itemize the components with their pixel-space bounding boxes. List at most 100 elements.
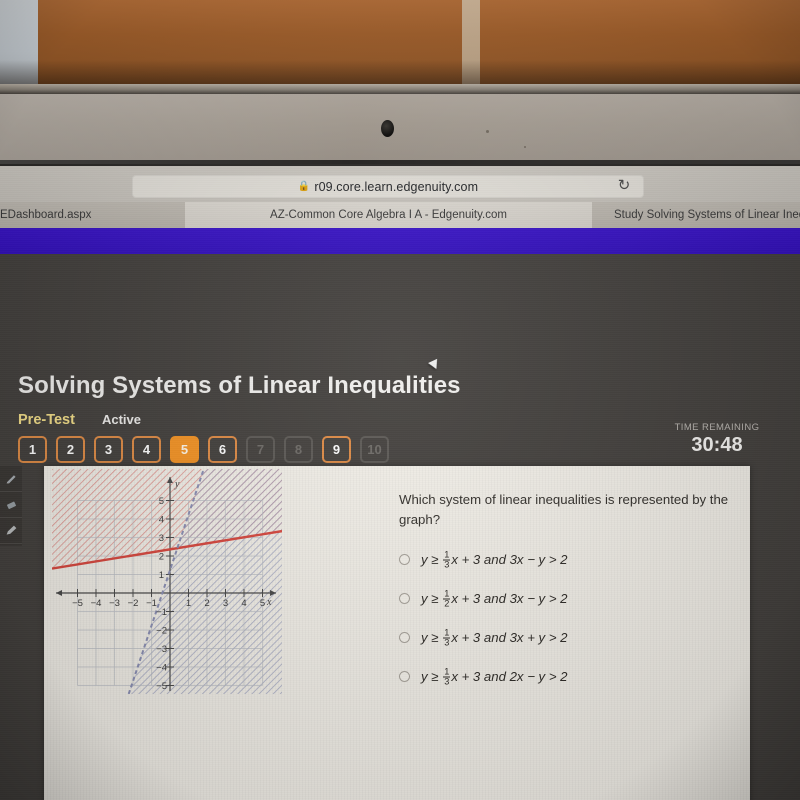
inequality-graph: y x −5 −4 −3 −2 −1 1 2 3 4 5 5 4 3 2 1 −… [52, 469, 282, 694]
eraser-icon[interactable] [0, 492, 22, 518]
opt-d-numerator: 1 [444, 666, 450, 677]
tab-strip: EDashboard.aspx AZ-Common Core Algebra I… [0, 202, 800, 228]
assignment-subheader: Pre-Test Active [18, 412, 141, 428]
time-remaining-label: TIME REMAINING [674, 422, 760, 433]
svg-text:5: 5 [260, 598, 265, 609]
opt-d-denominator: 3 [443, 676, 451, 687]
tab-algebra-course[interactable]: AZ-Common Core Algebra I A - Edgenuity.c… [185, 202, 592, 228]
question-prompt: Which system of linear inequalities is r… [399, 492, 729, 527]
assignment-stage-label: Pre-Test [18, 412, 75, 428]
highlighter-icon[interactable] [0, 466, 22, 492]
question-nav-3[interactable]: 3 [94, 436, 123, 463]
question-nav-5[interactable]: 5 [170, 436, 199, 463]
laptop-lid-edge [0, 84, 800, 94]
answer-option-a-text: y ≥ 13x + 3 and 3x − y > 2 [421, 549, 568, 570]
svg-text:4: 4 [159, 515, 164, 526]
opt-c-numerator: 1 [444, 627, 450, 638]
svg-text:2: 2 [159, 552, 164, 563]
radio-button-d[interactable] [399, 671, 410, 682]
opt-b-rel: ≥ [431, 591, 439, 606]
radio-button-a[interactable] [399, 554, 410, 565]
question-nav-10: 10 [360, 436, 389, 463]
time-remaining-value: 30:48 [691, 434, 743, 456]
opt-a-rest: x + 3 and 3x − y > 2 [451, 552, 568, 567]
tab-edashboard[interactable]: EDashboard.aspx [0, 202, 185, 228]
opt-a-rel: ≥ [431, 552, 439, 567]
edgenuity-page: Solving Systems of Linear Inequalities P… [0, 254, 800, 800]
bezel-sheen [0, 94, 800, 164]
opt-a-denominator: 3 [443, 559, 451, 570]
x-axis-label: x [266, 597, 272, 608]
opt-b-var: y [421, 591, 428, 606]
svg-text:5: 5 [159, 496, 164, 507]
question-number-nav: 1 2 3 4 5 6 7 8 9 10 [18, 436, 389, 463]
reload-icon[interactable]: ↻ [616, 178, 632, 194]
answer-option-a[interactable]: y ≥ 13x + 3 and 3x − y > 2 [399, 540, 739, 579]
question-nav-8: 8 [284, 436, 313, 463]
time-remaining: TIME REMAINING 30:48 [662, 422, 772, 457]
tab-study-guide[interactable]: Study Solving Systems of Linear Inequ [592, 202, 800, 228]
svg-text:−4: −4 [156, 663, 167, 674]
svg-text:−3: −3 [109, 598, 120, 609]
answer-option-d-text: y ≥ 13x + 3 and 2x − y > 2 [421, 666, 568, 687]
bezel-dust-speck [524, 146, 526, 148]
opt-b-numerator: 1 [444, 588, 450, 599]
svg-text:3: 3 [223, 598, 228, 609]
laptop-photo: 🔒 r09.core.learn.edgenuity.com ↻ EDashbo… [0, 0, 800, 800]
address-bar[interactable]: 🔒 r09.core.learn.edgenuity.com [132, 175, 644, 198]
address-bar-url: r09.core.learn.edgenuity.com [314, 179, 479, 194]
graph-svg: y x −5 −4 −3 −2 −1 1 2 3 4 5 5 4 3 2 1 −… [52, 469, 282, 694]
question-nav-7: 7 [246, 436, 275, 463]
question-nav-1[interactable]: 1 [18, 436, 47, 463]
opt-a-numerator: 1 [444, 549, 450, 560]
laptop-screen: 🔒 r09.core.learn.edgenuity.com ↻ EDashbo… [0, 166, 800, 800]
svg-text:−1: −1 [156, 607, 167, 618]
svg-text:−5: −5 [156, 681, 167, 692]
answer-option-d[interactable]: y ≥ 13x + 3 and 2x − y > 2 [399, 657, 739, 696]
opt-c-var: y [421, 630, 428, 645]
opt-d-rel: ≥ [431, 669, 439, 684]
svg-text:1: 1 [186, 598, 191, 609]
question-card: y x −5 −4 −3 −2 −1 1 2 3 4 5 5 4 3 2 1 −… [44, 466, 750, 800]
opt-c-fraction: 13 [443, 627, 451, 648]
opt-a-fraction: 13 [443, 549, 451, 570]
radio-button-c[interactable] [399, 632, 410, 643]
svg-text:−2: −2 [128, 598, 139, 609]
answer-option-c[interactable]: y ≥ 13x + 3 and 3x + y > 2 [399, 618, 739, 657]
opt-c-denominator: 3 [443, 637, 451, 648]
webcam-icon [381, 120, 394, 137]
opt-d-rest: x + 3 and 2x − y > 2 [451, 669, 568, 684]
svg-text:3: 3 [159, 533, 164, 544]
opt-a-var: y [421, 552, 428, 567]
question-nav-9[interactable]: 9 [322, 436, 351, 463]
app-banner-bar [0, 228, 800, 254]
answer-options: y ≥ 13x + 3 and 3x − y > 2 y ≥ 12x + 3 a… [399, 540, 739, 696]
page-title: Solving Systems of Linear Inequalities [18, 372, 461, 399]
opt-c-rest: x + 3 and 3x + y > 2 [451, 630, 568, 645]
bezel-dust-speck [486, 130, 489, 133]
svg-text:1: 1 [159, 570, 164, 581]
svg-text:2: 2 [204, 598, 209, 609]
annotation-toolbar [0, 466, 22, 546]
opt-d-var: y [421, 669, 428, 684]
opt-c-rel: ≥ [431, 630, 439, 645]
radio-button-b[interactable] [399, 593, 410, 604]
question-nav-6[interactable]: 6 [208, 436, 237, 463]
svg-text:−5: −5 [72, 598, 83, 609]
answer-option-c-text: y ≥ 13x + 3 and 3x + y > 2 [421, 627, 568, 648]
y-axis-label: y [174, 479, 180, 490]
opt-b-rest: x + 3 and 3x − y > 2 [451, 591, 568, 606]
svg-text:−2: −2 [156, 626, 167, 637]
x-axis-arrow-left [56, 590, 62, 596]
answer-option-b[interactable]: y ≥ 12x + 3 and 3x − y > 2 [399, 579, 739, 618]
laptop-bezel [0, 94, 800, 164]
question-nav-2[interactable]: 2 [56, 436, 85, 463]
question-nav-4[interactable]: 4 [132, 436, 161, 463]
assignment-status-label: Active [101, 412, 141, 427]
mouse-cursor [428, 358, 441, 372]
svg-text:4: 4 [241, 598, 246, 609]
pencil-icon[interactable] [0, 518, 22, 544]
answer-option-b-text: y ≥ 12x + 3 and 3x − y > 2 [421, 588, 568, 609]
lock-icon: 🔒 [297, 180, 311, 192]
svg-text:−4: −4 [91, 598, 102, 609]
